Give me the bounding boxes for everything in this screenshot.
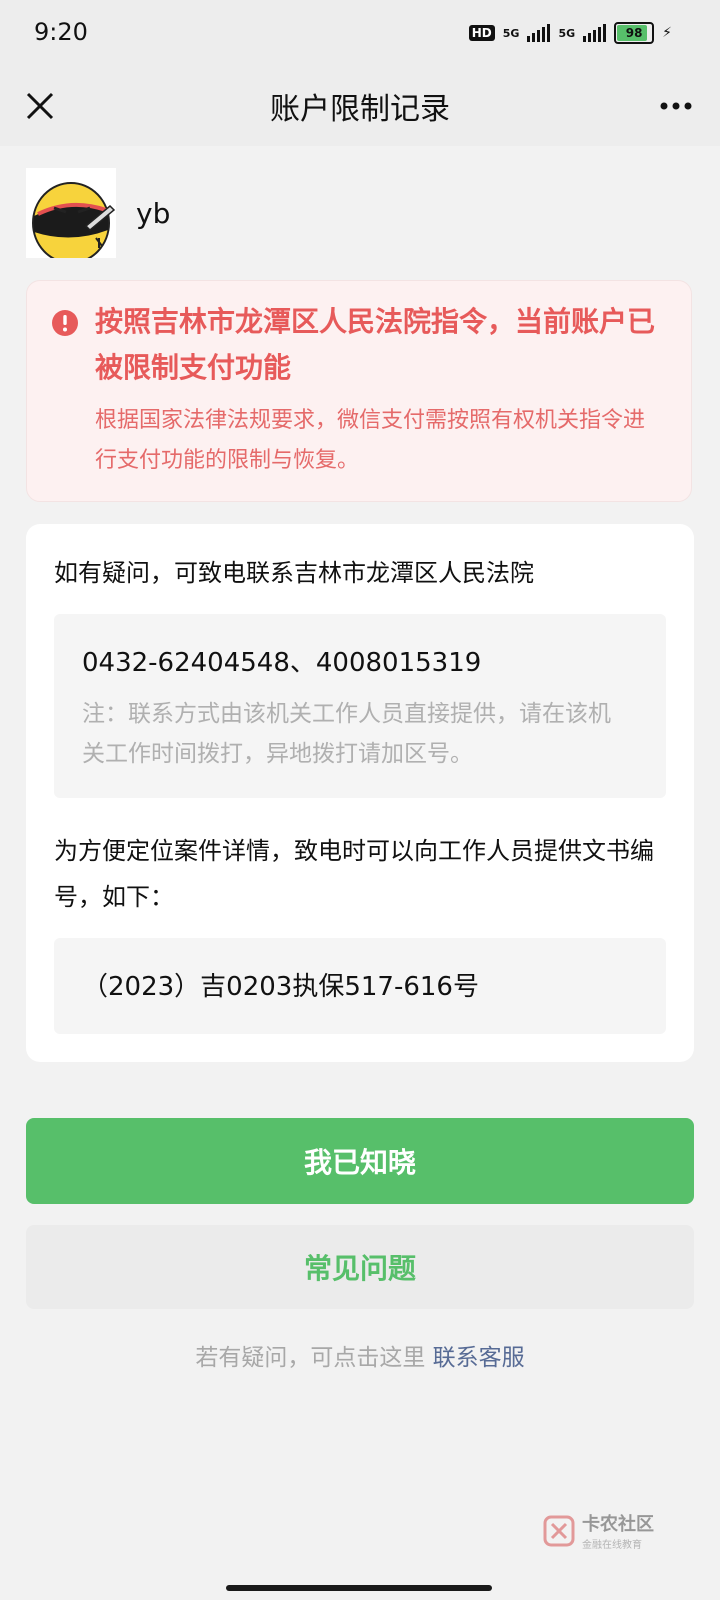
alert-body: 根据国家法律法规要求，微信支付需按照有权机关指令进行支付功能的限制与恢复。: [95, 408, 646, 473]
nav-bar: 账户限制记录: [0, 66, 720, 146]
home-indicator[interactable]: [226, 1585, 492, 1591]
contact-note: 注：联系方式由该机关工作人员直接提供，请在该机关工作时间拨打，异地拨打请加区号。: [82, 701, 611, 767]
alert-title: 按照吉林市龙潭区人民法院指令，当前账户已被限制支付功能: [95, 305, 656, 384]
phone-numbers[interactable]: 0432-62404548、4008015319: [82, 642, 481, 679]
username: yb: [136, 196, 171, 230]
contact-card: 如有疑问，可致电联系吉林市龙潭区人民法院 0432-62404548、40080…: [26, 524, 694, 1062]
watermark-main: 卡农社区: [582, 1514, 654, 1535]
more-icon: [660, 102, 692, 110]
help-line: 若有疑问，可点击这里 联系客服: [0, 1338, 720, 1372]
signal-1-icon: [527, 24, 551, 42]
signal-2-icon: [583, 24, 607, 42]
avatar-image: [26, 168, 116, 258]
doc-intro: 为方便定位案件详情，致电时可以向工作人员提供文书编号，如下：: [54, 837, 654, 911]
avatar[interactable]: [26, 168, 116, 258]
contact-support-link[interactable]: 联系客服: [433, 1345, 525, 1371]
more-button[interactable]: [656, 86, 696, 126]
home-indicator-bar: [0, 1572, 720, 1600]
contact-intro: 如有疑问，可致电联系吉林市龙潭区人民法院: [54, 559, 534, 587]
help-prefix: 若有疑问，可点击这里: [195, 1345, 426, 1371]
battery-level: 98: [625, 26, 643, 40]
exclamation-icon: [52, 310, 78, 336]
contact-box: 0432-62404548、4008015319 注：联系方式由该机关工作人员直…: [54, 614, 666, 798]
user-header: yb: [26, 168, 170, 258]
acknowledge-button[interactable]: 我已知晓: [26, 1118, 694, 1204]
watermark: 卡农社区 金融在线教育: [542, 1510, 654, 1551]
doc-number: （2023）吉0203执保517-616号: [82, 972, 479, 1002]
charging-icon: ⚡: [662, 25, 672, 41]
page-title: 账户限制记录: [270, 92, 450, 127]
faq-button[interactable]: 常见问题: [26, 1225, 694, 1309]
hd-badge: HD: [468, 25, 495, 41]
watermark-logo-icon: [543, 1515, 575, 1546]
status-bar: 9:20 HD 5G 5G 98 ⚡: [0, 0, 720, 66]
page-content: yb 按照吉林市龙潭区人民法院指令，当前账户已被限制支付功能 根据国家法律法规要…: [0, 146, 720, 1572]
status-icons: HD 5G 5G 98 ⚡: [468, 22, 672, 44]
battery-icon: 98: [614, 22, 655, 44]
signal-2-label: 5G: [558, 26, 576, 40]
watermark-sub: 金融在线教育: [582, 1540, 642, 1551]
restriction-alert: 按照吉林市龙潭区人民法院指令，当前账户已被限制支付功能 根据国家法律法规要求，微…: [26, 280, 692, 502]
doc-box: （2023）吉0203执保517-616号: [54, 938, 666, 1034]
status-time: 9:20: [34, 18, 88, 46]
signal-1-label: 5G: [502, 26, 520, 40]
